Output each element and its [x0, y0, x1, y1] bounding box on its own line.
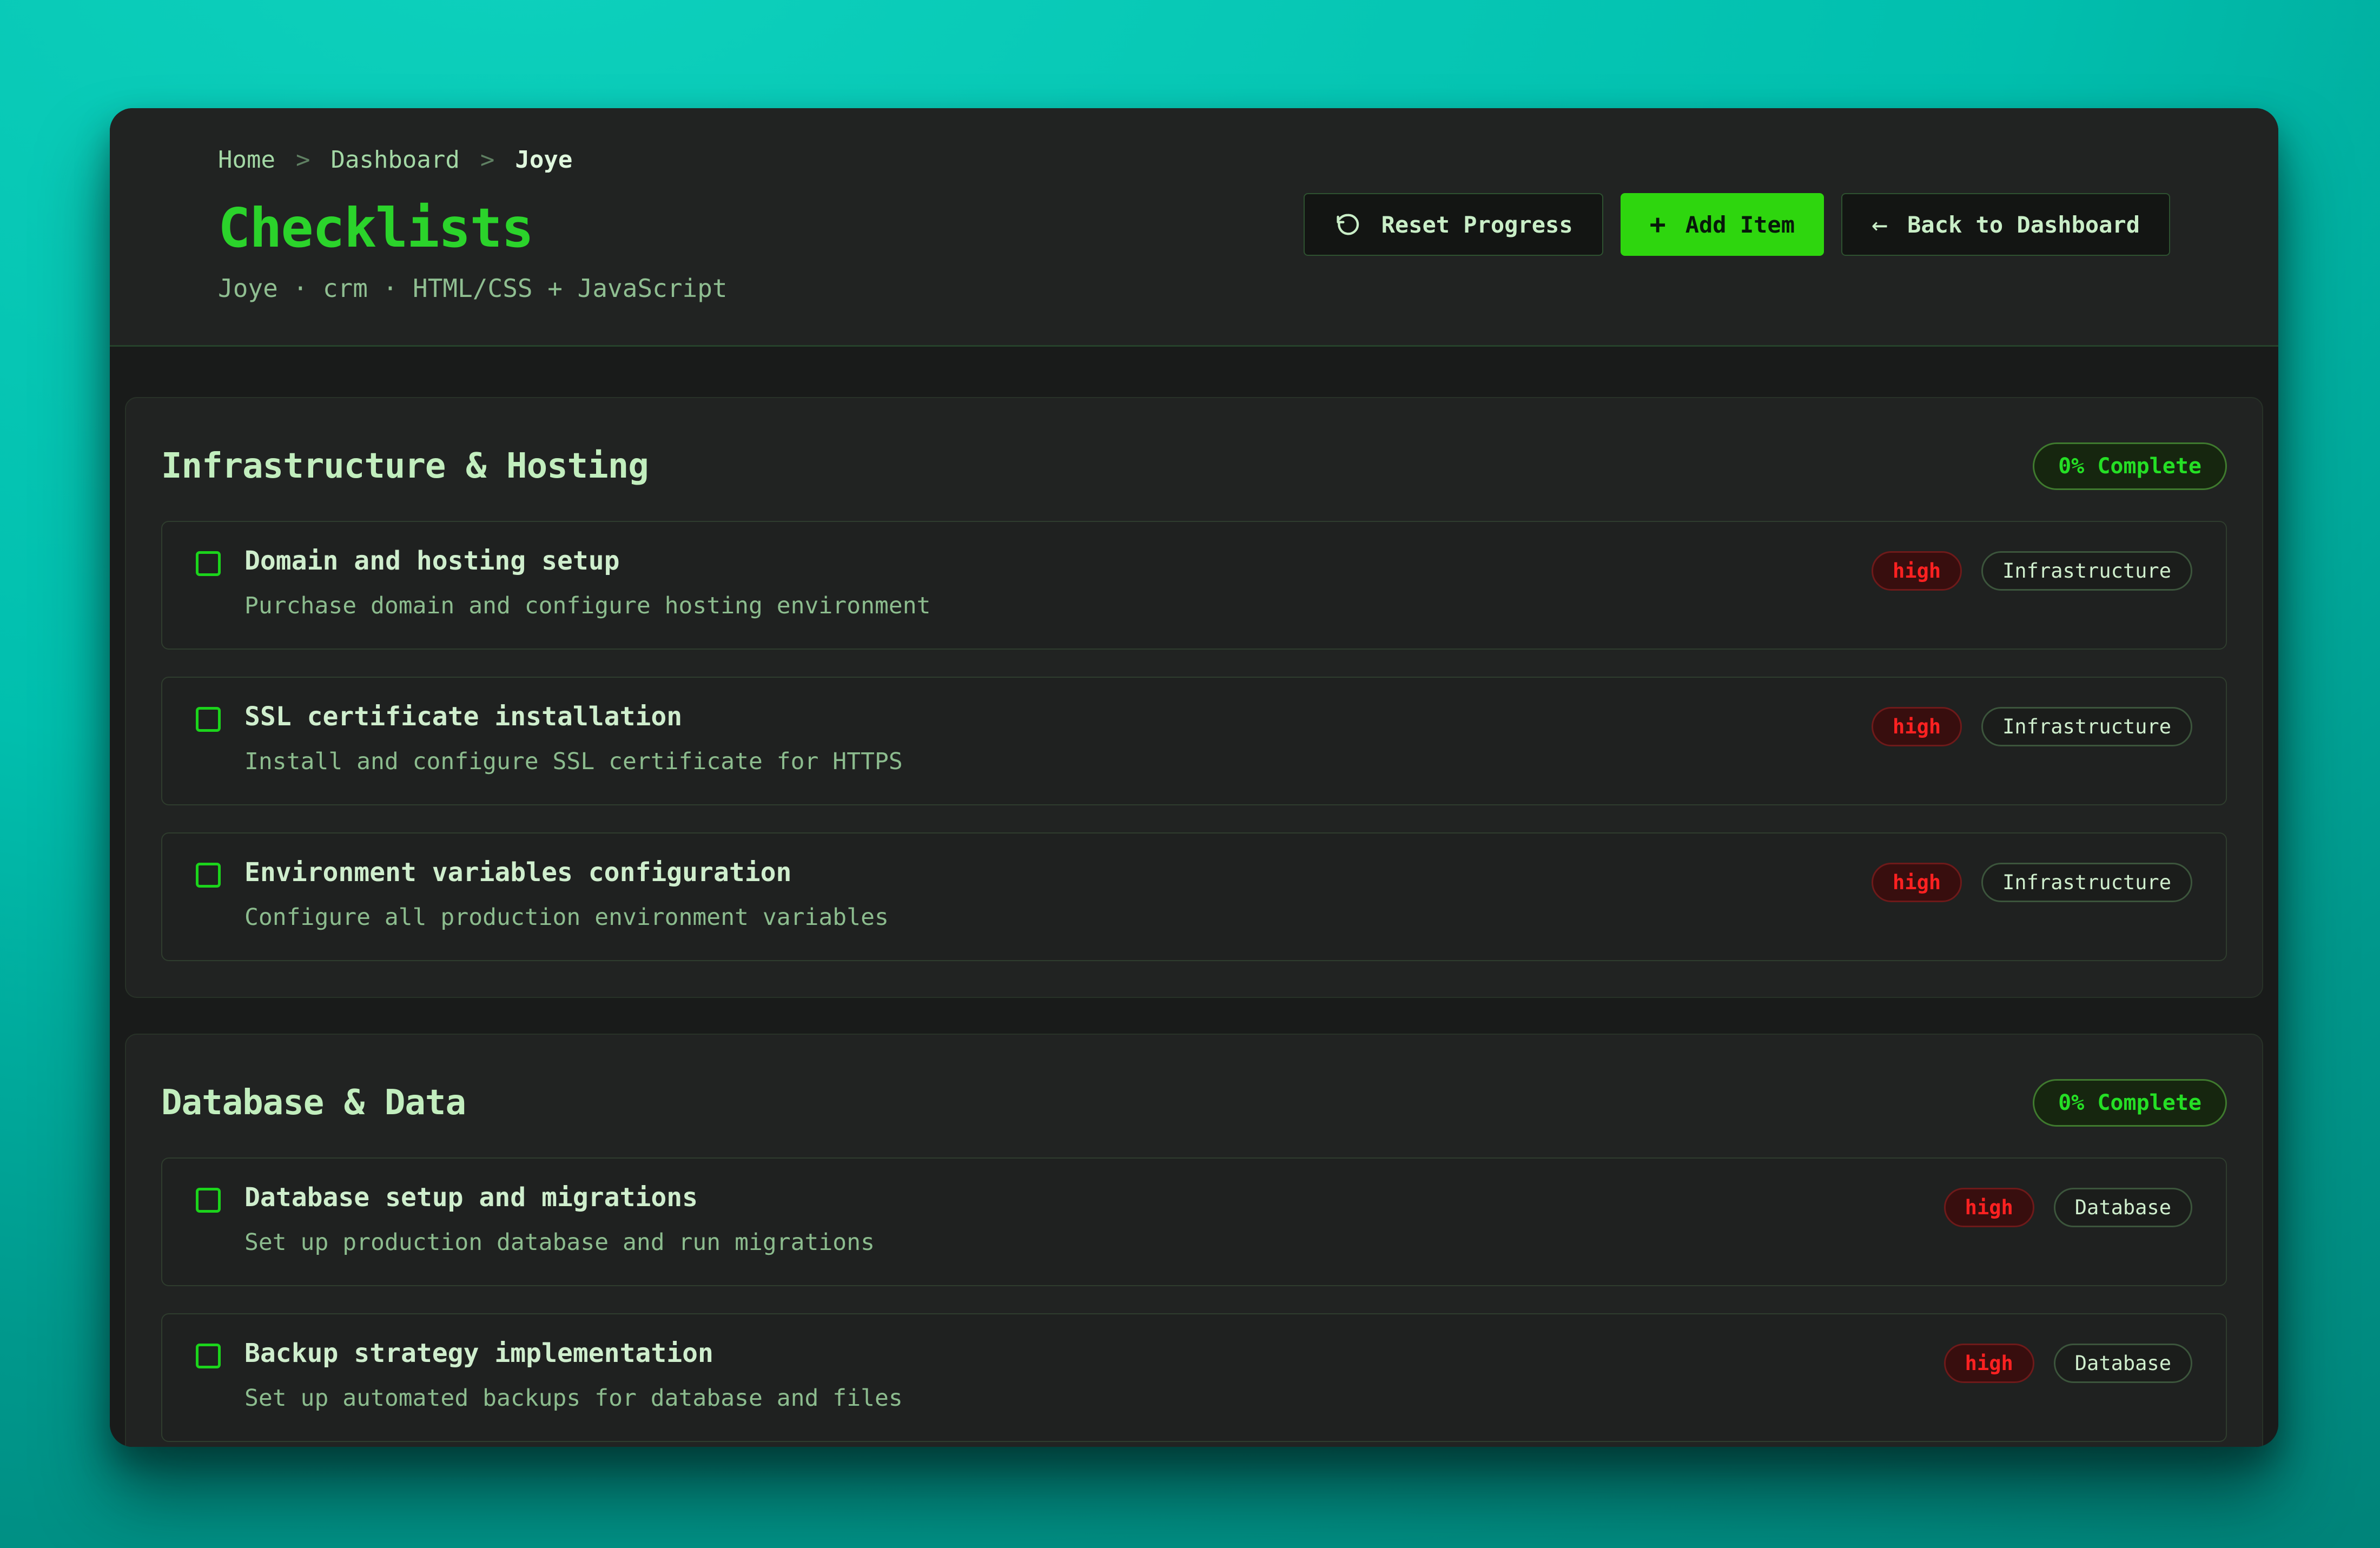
- priority-badge: high: [1872, 707, 1962, 746]
- checklist-item-ssl-certificate[interactable]: SSL certificate installation Install and…: [161, 677, 2227, 805]
- item-description: Set up automated backups for database an…: [244, 1385, 1920, 1412]
- item-text: SSL certificate installation Install and…: [244, 702, 1848, 775]
- item-checkbox[interactable]: [196, 1344, 221, 1368]
- item-text: Backup strategy implementation Set up au…: [244, 1338, 1920, 1412]
- section-infrastructure-hosting: Infrastructure & Hosting 0% Complete Dom…: [125, 397, 2263, 998]
- section-header: Infrastructure & Hosting 0% Complete: [161, 442, 2227, 490]
- item-description: Set up production database and run migra…: [244, 1229, 1920, 1256]
- item-badges: high Infrastructure: [1872, 707, 2192, 746]
- page-header: Home > Dashboard > Joye Checklists Joye …: [110, 108, 2278, 347]
- checklist-item-database-setup[interactable]: Database setup and migrations Set up pro…: [161, 1157, 2227, 1286]
- priority-badge: high: [1944, 1344, 2034, 1383]
- section-title: Database & Data: [161, 1083, 466, 1123]
- reset-icon: [1334, 210, 1362, 239]
- checklist-item-backup-strategy[interactable]: Backup strategy implementation Set up au…: [161, 1313, 2227, 1442]
- breadcrumb-home[interactable]: Home: [218, 146, 275, 174]
- back-arrow-icon: ←: [1872, 211, 1888, 238]
- reset-progress-button[interactable]: Reset Progress: [1304, 193, 1603, 256]
- reset-progress-label: Reset Progress: [1381, 211, 1573, 238]
- back-to-dashboard-label: Back to Dashboard: [1907, 211, 2140, 238]
- category-badge: Database: [2054, 1188, 2192, 1227]
- page-title: Checklists: [218, 196, 728, 260]
- add-item-button[interactable]: + Add Item: [1621, 193, 1824, 256]
- item-description: Purchase domain and configure hosting en…: [244, 592, 1848, 619]
- breadcrumb-current-joye: Joye: [515, 146, 572, 174]
- section-database-data: Database & Data 0% Complete Database set…: [125, 1034, 2263, 1447]
- item-title: Backup strategy implementation: [244, 1338, 1920, 1368]
- header-actions: Reset Progress + Add Item ← Back to Dash…: [1304, 193, 2170, 256]
- priority-badge: high: [1944, 1188, 2034, 1227]
- priority-badge: high: [1872, 551, 1962, 591]
- checklist-item-domain-hosting[interactable]: Domain and hosting setup Purchase domain…: [161, 521, 2227, 650]
- section-header: Database & Data 0% Complete: [161, 1079, 2227, 1127]
- category-badge: Database: [2054, 1344, 2192, 1383]
- item-checkbox[interactable]: [196, 1188, 221, 1213]
- item-description: Install and configure SSL certificate fo…: [244, 748, 1848, 775]
- header-left: Home > Dashboard > Joye Checklists Joye …: [218, 146, 728, 303]
- section-title: Infrastructure & Hosting: [161, 446, 649, 486]
- checklist-item-environment-variables[interactable]: Environment variables configuration Conf…: [161, 832, 2227, 961]
- item-description: Configure all production environment var…: [244, 904, 1848, 931]
- item-title: SSL certificate installation: [244, 702, 1848, 732]
- breadcrumb: Home > Dashboard > Joye: [218, 146, 728, 174]
- checklists-window: Home > Dashboard > Joye Checklists Joye …: [110, 108, 2278, 1447]
- checklist-content: Infrastructure & Hosting 0% Complete Dom…: [110, 347, 2278, 1447]
- item-checkbox[interactable]: [196, 551, 221, 576]
- add-item-label: Add Item: [1685, 211, 1795, 238]
- breadcrumb-dashboard[interactable]: Dashboard: [330, 146, 459, 174]
- category-badge: Infrastructure: [1981, 707, 2192, 746]
- item-checkbox[interactable]: [196, 863, 221, 888]
- item-title: Database setup and migrations: [244, 1182, 1920, 1213]
- item-title: Domain and hosting setup: [244, 546, 1848, 576]
- item-text: Database setup and migrations Set up pro…: [244, 1182, 1920, 1256]
- page-subtitle: Joye · crm · HTML/CSS + JavaScript: [218, 274, 728, 303]
- item-text: Domain and hosting setup Purchase domain…: [244, 546, 1848, 619]
- category-badge: Infrastructure: [1981, 863, 2192, 902]
- item-badges: high Database: [1944, 1344, 2192, 1383]
- item-badges: high Infrastructure: [1872, 863, 2192, 902]
- item-title: Environment variables configuration: [244, 857, 1848, 888]
- item-text: Environment variables configuration Conf…: [244, 857, 1848, 931]
- plus-icon: +: [1650, 211, 1666, 238]
- category-badge: Infrastructure: [1981, 551, 2192, 591]
- item-badges: high Infrastructure: [1872, 551, 2192, 591]
- progress-badge: 0% Complete: [2033, 442, 2227, 490]
- progress-badge: 0% Complete: [2033, 1079, 2227, 1127]
- item-checkbox[interactable]: [196, 707, 221, 732]
- breadcrumb-separator: >: [296, 146, 310, 174]
- item-badges: high Database: [1944, 1188, 2192, 1227]
- back-to-dashboard-button[interactable]: ← Back to Dashboard: [1841, 193, 2170, 256]
- priority-badge: high: [1872, 863, 1962, 902]
- breadcrumb-separator: >: [480, 146, 495, 174]
